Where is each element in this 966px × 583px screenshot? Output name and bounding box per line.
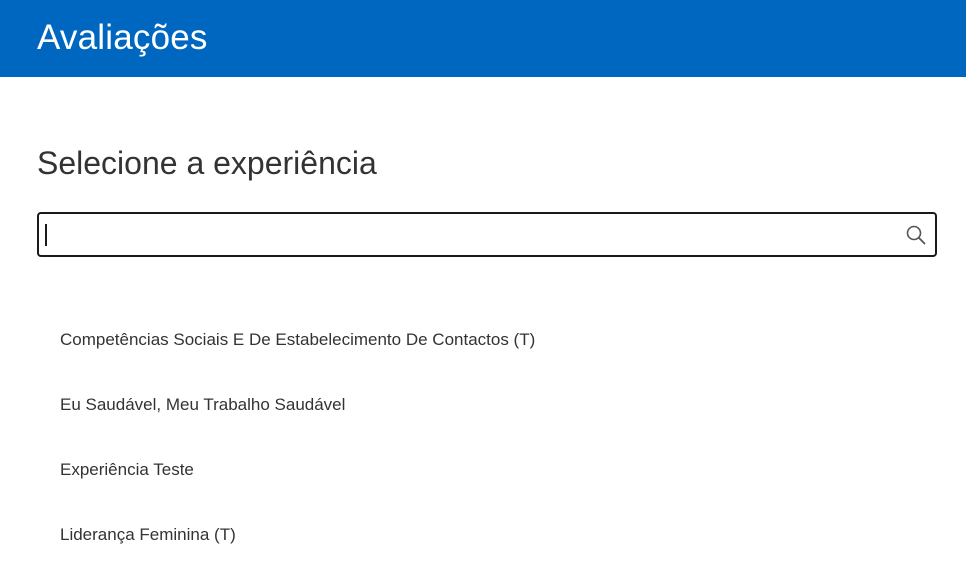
text-cursor <box>45 224 47 246</box>
list-item[interactable]: Competências Sociais E De Estabeleciment… <box>60 323 535 388</box>
app-header: Avaliações <box>0 0 966 77</box>
page-title: Selecione a experiência <box>37 145 377 181</box>
list-item[interactable]: Eu Saudável, Meu Trabalho Saudável <box>60 388 535 453</box>
search-input[interactable] <box>39 214 889 255</box>
list-item[interactable]: Experiência Teste <box>60 453 535 518</box>
list-item[interactable]: Liderança Feminina (T) <box>60 518 535 583</box>
search-icon[interactable] <box>905 224 927 246</box>
app-title: Avaliações <box>37 18 208 57</box>
experience-list: Competências Sociais E De Estabeleciment… <box>60 323 535 583</box>
search-box[interactable] <box>37 212 937 257</box>
